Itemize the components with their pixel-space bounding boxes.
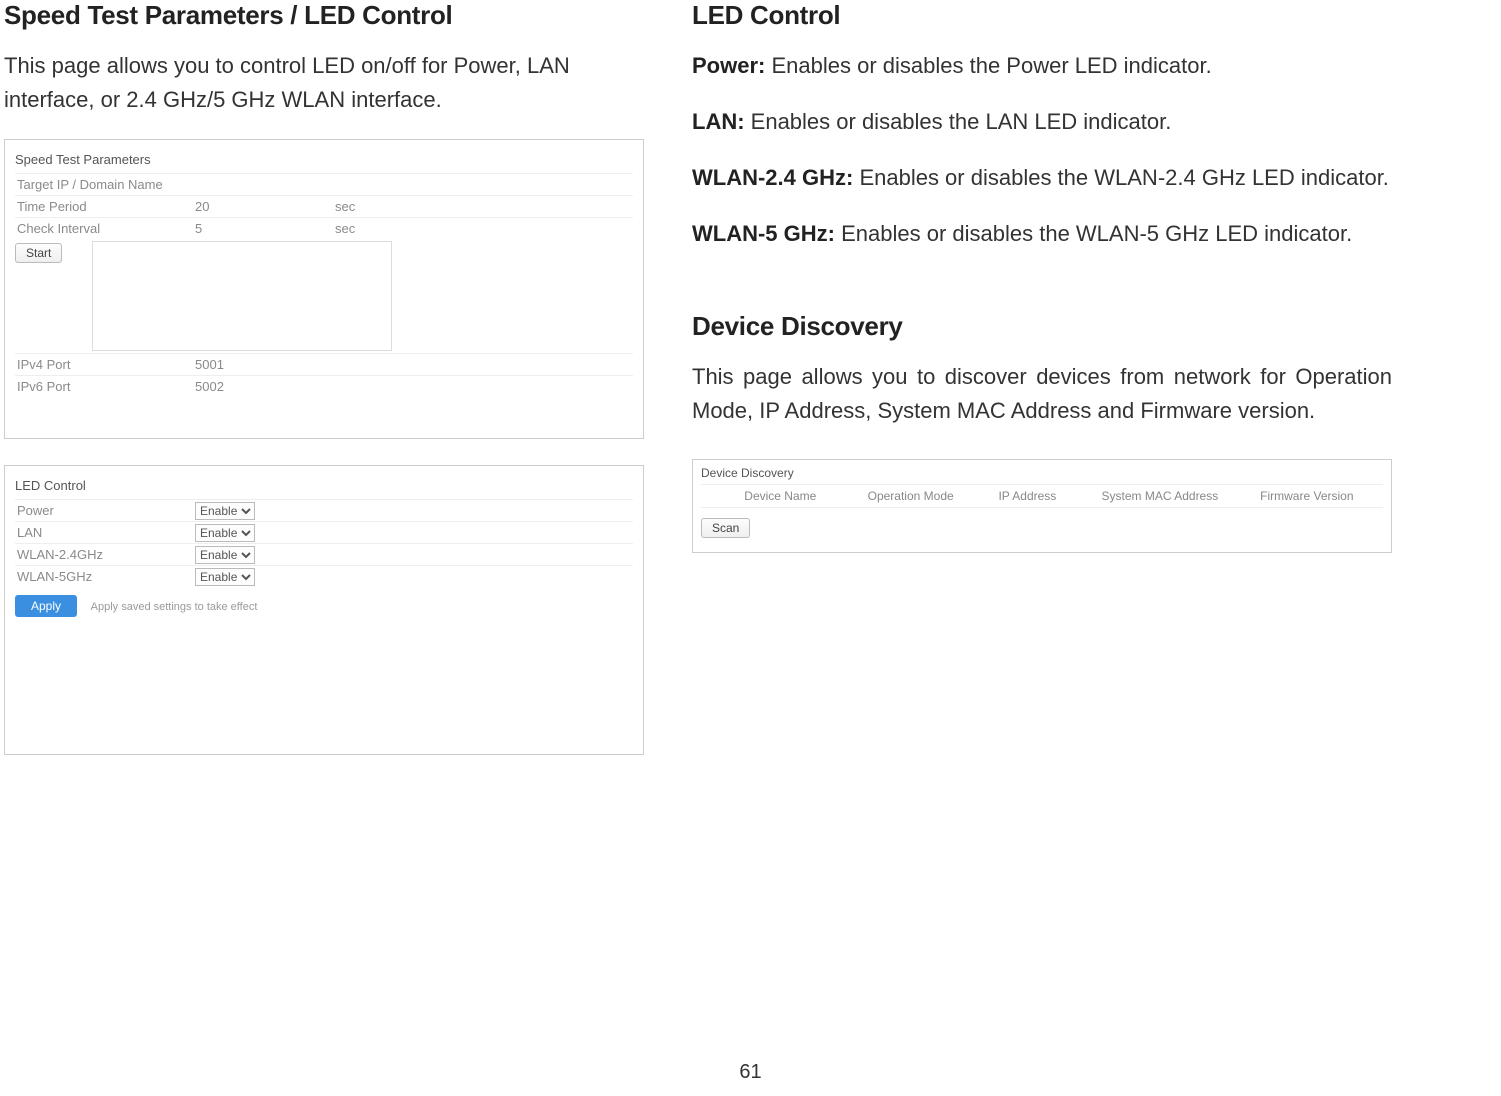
dd-col-operation-mode: Operation Mode <box>860 489 991 503</box>
led-row-wlan5-label: WLAN-5GHz <box>15 569 195 584</box>
apply-button[interactable]: Apply <box>15 595 77 617</box>
power-text: Enables or disables the Power LED indica… <box>765 53 1211 78</box>
speed-textarea[interactable] <box>92 241 392 351</box>
heading-speed-led: Speed Test Parameters / LED Control <box>4 0 644 31</box>
power-paragraph: Power: Enables or disables the Power LED… <box>692 49 1392 83</box>
led-row-wlan5-select[interactable]: Enable <box>195 568 255 586</box>
wlan5-paragraph: WLAN-5 GHz: Enables or disables the WLAN… <box>692 217 1392 251</box>
time-value: 20 <box>195 199 335 214</box>
screenshot-speed-test: Speed Test Parameters Target IP / Domain… <box>4 139 644 439</box>
heading-led-control: LED Control <box>692 0 1392 31</box>
power-label: Power: <box>692 53 765 78</box>
apply-note: Apply saved settings to take effect <box>91 601 258 613</box>
dd-col-ip-address: IP Address <box>990 489 1093 503</box>
time-label: Time Period <box>15 199 195 214</box>
check-value: 5 <box>195 221 335 236</box>
ipv4-label: IPv4 Port <box>15 357 195 372</box>
dd-col-firmware: Firmware Version <box>1252 489 1383 503</box>
led-row-lan-label: LAN <box>15 525 195 540</box>
led-row-lan-select[interactable]: Enable <box>195 524 255 542</box>
lan-text: Enables or disables the LAN LED indicato… <box>745 109 1172 134</box>
intro-paragraph: This page allows you to control LED on/o… <box>4 49 644 117</box>
target-label: Target IP / Domain Name <box>15 177 195 192</box>
wlan24-label: WLAN-2.4 GHz: <box>692 165 853 190</box>
page-number: 61 <box>0 1061 1501 1084</box>
lan-label: LAN: <box>692 109 745 134</box>
lan-paragraph: LAN: Enables or disables the LAN LED ind… <box>692 105 1392 139</box>
screenshot-led-control: LED Control Power Enable LAN Enable WLAN… <box>4 465 644 755</box>
scan-button[interactable]: Scan <box>701 518 750 538</box>
led-row-wlan24-label: WLAN-2.4GHz <box>15 547 195 562</box>
speed-box-title: Speed Test Parameters <box>15 148 633 173</box>
dd-col-device-name: Device Name <box>701 489 860 503</box>
screenshot-device-discovery: Device Discovery Device Name Operation M… <box>692 459 1392 553</box>
ipv6-value: 5002 <box>195 379 335 394</box>
led-row-power-label: Power <box>15 503 195 518</box>
check-label: Check Interval <box>15 221 195 236</box>
start-button[interactable]: Start <box>15 243 62 263</box>
dd-intro: This page allows you to discover devices… <box>692 360 1392 428</box>
time-unit: sec <box>335 199 415 214</box>
led-row-power-select[interactable]: Enable <box>195 502 255 520</box>
led-box-title: LED Control <box>15 474 633 499</box>
dd-box-title: Device Discovery <box>701 466 1383 484</box>
wlan5-label: WLAN-5 GHz: <box>692 221 835 246</box>
check-unit: sec <box>335 221 415 236</box>
wlan5-text: Enables or disables the WLAN-5 GHz LED i… <box>835 221 1352 246</box>
dd-col-mac: System MAC Address <box>1094 489 1253 503</box>
ipv6-label: IPv6 Port <box>15 379 195 394</box>
heading-device-discovery: Device Discovery <box>692 311 1392 342</box>
ipv4-value: 5001 <box>195 357 335 372</box>
wlan24-paragraph: WLAN-2.4 GHz: Enables or disables the WL… <box>692 161 1392 195</box>
wlan24-text: Enables or disables the WLAN-2.4 GHz LED… <box>853 165 1389 190</box>
led-row-wlan24-select[interactable]: Enable <box>195 546 255 564</box>
